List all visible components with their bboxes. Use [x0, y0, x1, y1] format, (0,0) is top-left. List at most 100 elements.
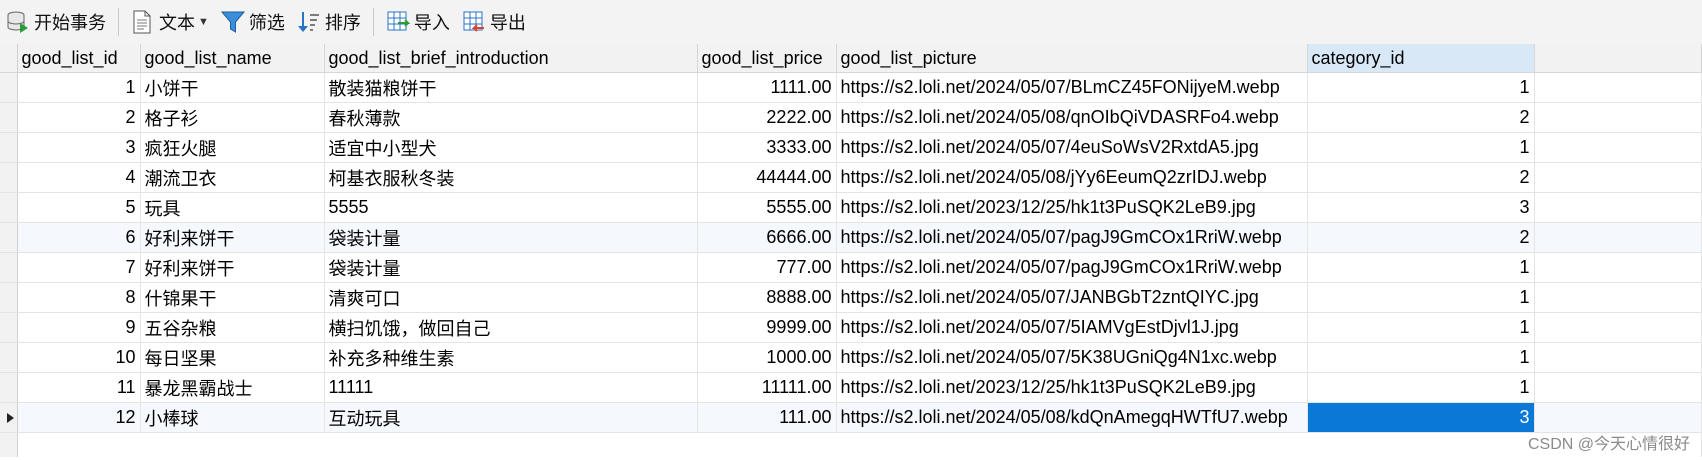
- cell-picture[interactable]: https://s2.loli.net/2023/12/25/hk1t3PuSQ…: [836, 192, 1308, 223]
- cell-price[interactable]: 11111.00: [697, 372, 837, 403]
- column-header-good-list-brief-introduction[interactable]: good_list_brief_introduction: [324, 44, 698, 73]
- column-header-good-list-name[interactable]: good_list_name: [140, 44, 325, 73]
- cell-name[interactable]: 暴龙黑霸战士: [140, 372, 325, 403]
- row-indicator[interactable]: [0, 162, 18, 193]
- cell-id[interactable]: 6: [17, 222, 141, 253]
- cell-name[interactable]: 玩具: [140, 192, 325, 223]
- cell-name[interactable]: 五谷杂粮: [140, 312, 325, 343]
- column-header-good-list-price[interactable]: good_list_price: [697, 44, 837, 73]
- cell-price[interactable]: 44444.00: [697, 162, 837, 193]
- table-row[interactable]: 8 什锦果干 清爽可口 8888.00 https://s2.loli.net/…: [0, 282, 1702, 313]
- cell-id[interactable]: 1: [17, 72, 141, 103]
- cell-intro[interactable]: 清爽可口: [324, 282, 698, 313]
- cell-picture[interactable]: https://s2.loli.net/2024/05/08/jYy6EeumQ…: [836, 162, 1308, 193]
- cell-price[interactable]: 6666.00: [697, 222, 837, 253]
- column-header-good-list-id[interactable]: good_list_id: [17, 44, 141, 73]
- cell-intro[interactable]: 柯基衣服秋冬装: [324, 162, 698, 193]
- cell-intro[interactable]: 散装猫粮饼干: [324, 72, 698, 103]
- row-indicator[interactable]: [0, 72, 18, 103]
- cell-name[interactable]: 好利来饼干: [140, 222, 325, 253]
- cell-category-id[interactable]: 1: [1307, 132, 1535, 163]
- cell-category-id[interactable]: 1: [1307, 252, 1535, 283]
- row-indicator[interactable]: [0, 102, 18, 133]
- sort-button[interactable]: 排序: [291, 0, 367, 44]
- cell-picture[interactable]: https://s2.loli.net/2023/12/25/hk1t3PuSQ…: [836, 372, 1308, 403]
- import-button[interactable]: 导入: [380, 0, 456, 44]
- cell-picture[interactable]: https://s2.loli.net/2024/05/08/qnOIbQiVD…: [836, 102, 1308, 133]
- cell-picture[interactable]: https://s2.loli.net/2024/05/07/pagJ9GmCO…: [836, 222, 1308, 253]
- cell-category-id[interactable]: 1: [1307, 342, 1535, 373]
- table-row[interactable]: 10 每日坚果 补充多种维生素 1000.00 https://s2.loli.…: [0, 342, 1702, 373]
- filter-button[interactable]: 筛选: [215, 0, 291, 44]
- cell-intro[interactable]: 适宜中小型犬: [324, 132, 698, 163]
- cell-picture[interactable]: https://s2.loli.net/2024/05/07/pagJ9GmCO…: [836, 252, 1308, 283]
- export-button[interactable]: 导出: [456, 0, 532, 44]
- cell-picture[interactable]: https://s2.loli.net/2024/05/07/4euSoWsV2…: [836, 132, 1308, 163]
- cell-name[interactable]: 每日坚果: [140, 342, 325, 373]
- table-row[interactable]: 4 潮流卫衣 柯基衣服秋冬装 44444.00 https://s2.loli.…: [0, 162, 1702, 193]
- cell-price[interactable]: 1000.00: [697, 342, 837, 373]
- row-indicator[interactable]: [0, 372, 18, 403]
- table-row[interactable]: 3 疯狂火腿 适宜中小型犬 3333.00 https://s2.loli.ne…: [0, 132, 1702, 163]
- cell-id[interactable]: 10: [17, 342, 141, 373]
- cell-name[interactable]: 小棒球: [140, 402, 325, 433]
- cell-category-id[interactable]: 2: [1307, 102, 1535, 133]
- row-indicator[interactable]: [0, 312, 18, 343]
- row-indicator[interactable]: [0, 402, 18, 433]
- cell-id[interactable]: 11: [17, 372, 141, 403]
- table-row-current[interactable]: 12 小棒球 互动玩具 111.00 https://s2.loli.net/2…: [0, 402, 1702, 433]
- cell-id[interactable]: 2: [17, 102, 141, 133]
- cell-intro[interactable]: 互动玩具: [324, 402, 698, 433]
- cell-category-id[interactable]: 1: [1307, 282, 1535, 313]
- cell-price[interactable]: 2222.00: [697, 102, 837, 133]
- cell-name[interactable]: 什锦果干: [140, 282, 325, 313]
- cell-category-id[interactable]: 1: [1307, 312, 1535, 343]
- cell-intro[interactable]: 11111: [324, 372, 698, 403]
- cell-intro[interactable]: 袋装计量: [324, 252, 698, 283]
- cell-category-id[interactable]: 1: [1307, 372, 1535, 403]
- row-indicator[interactable]: [0, 282, 18, 313]
- row-indicator[interactable]: [0, 132, 18, 163]
- cell-id[interactable]: 7: [17, 252, 141, 283]
- cell-intro[interactable]: 春秋薄款: [324, 102, 698, 133]
- cell-picture[interactable]: https://s2.loli.net/2024/05/07/5IAMVgEst…: [836, 312, 1308, 343]
- cell-picture[interactable]: https://s2.loli.net/2024/05/07/JANBGbT2z…: [836, 282, 1308, 313]
- cell-price[interactable]: 1111.00: [697, 72, 837, 103]
- row-indicator[interactable]: [0, 222, 18, 253]
- cell-category-id[interactable]: 2: [1307, 222, 1535, 253]
- cell-id[interactable]: 8: [17, 282, 141, 313]
- row-indicator[interactable]: [0, 342, 18, 373]
- cell-price[interactable]: 3333.00: [697, 132, 837, 163]
- text-button[interactable]: 文本 ▼: [125, 0, 215, 44]
- cell-intro[interactable]: 补充多种维生素: [324, 342, 698, 373]
- table-row[interactable]: 6 好利来饼干 袋装计量 6666.00 https://s2.loli.net…: [0, 222, 1702, 253]
- cell-picture[interactable]: https://s2.loli.net/2024/05/08/kdQnAmegq…: [836, 402, 1308, 433]
- row-indicator[interactable]: [0, 192, 18, 223]
- cell-name[interactable]: 潮流卫衣: [140, 162, 325, 193]
- cell-intro[interactable]: 袋装计量: [324, 222, 698, 253]
- cell-id[interactable]: 12: [17, 402, 141, 433]
- cell-intro[interactable]: 5555: [324, 192, 698, 223]
- cell-price[interactable]: 8888.00: [697, 282, 837, 313]
- table-row[interactable]: 1 小饼干 散装猫粮饼干 1111.00 https://s2.loli.net…: [0, 72, 1702, 103]
- cell-name[interactable]: 疯狂火腿: [140, 132, 325, 163]
- cell-name[interactable]: 好利来饼干: [140, 252, 325, 283]
- cell-category-id-selected[interactable]: 3: [1307, 402, 1535, 433]
- table-row[interactable]: 5 玩具 5555 5555.00 https://s2.loli.net/20…: [0, 192, 1702, 223]
- cell-name[interactable]: 小饼干: [140, 72, 325, 103]
- cell-picture[interactable]: https://s2.loli.net/2024/05/07/BLmCZ45FO…: [836, 72, 1308, 103]
- cell-id[interactable]: 9: [17, 312, 141, 343]
- column-header-good-list-picture[interactable]: good_list_picture: [836, 44, 1308, 73]
- cell-id[interactable]: 5: [17, 192, 141, 223]
- cell-id[interactable]: 4: [17, 162, 141, 193]
- cell-price[interactable]: 777.00: [697, 252, 837, 283]
- cell-category-id[interactable]: 2: [1307, 162, 1535, 193]
- cell-intro[interactable]: 横扫饥饿，做回自己: [324, 312, 698, 343]
- cell-category-id[interactable]: 1: [1307, 72, 1535, 103]
- cell-price[interactable]: 111.00: [697, 402, 837, 433]
- table-row[interactable]: 2 格子衫 春秋薄款 2222.00 https://s2.loli.net/2…: [0, 102, 1702, 133]
- cell-name[interactable]: 格子衫: [140, 102, 325, 133]
- cell-picture[interactable]: https://s2.loli.net/2024/05/07/5K38UGniQ…: [836, 342, 1308, 373]
- cell-price[interactable]: 9999.00: [697, 312, 837, 343]
- begin-transaction-button[interactable]: 开始事务: [0, 0, 112, 44]
